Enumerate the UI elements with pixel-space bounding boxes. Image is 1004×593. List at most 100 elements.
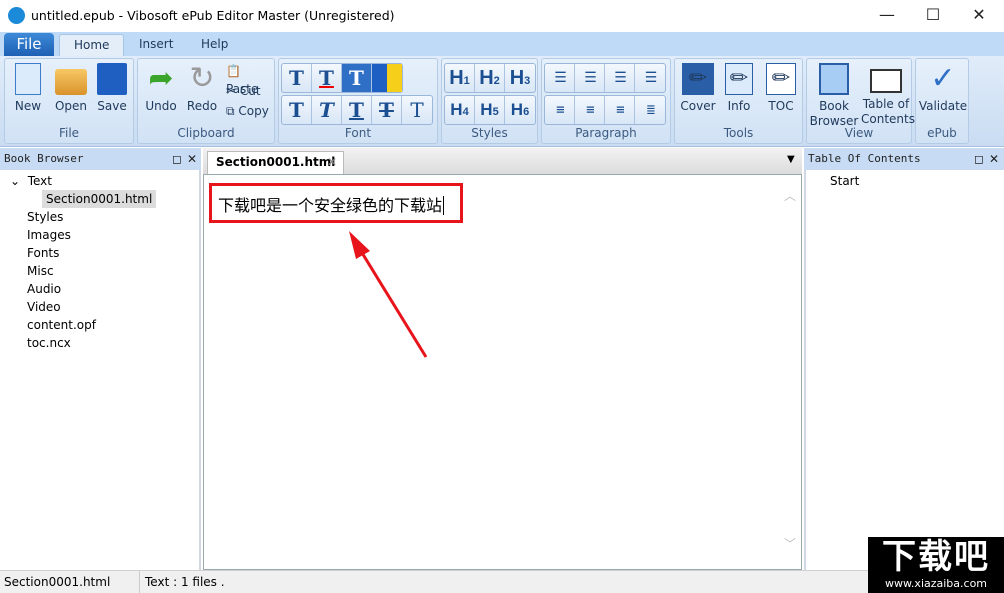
group-label-view: View [844,126,874,140]
scroll-up-icon[interactable]: ︿ [784,187,796,204]
copy-button[interactable]: ⧉ Copy [226,102,269,122]
close-button[interactable]: ✕ [956,0,1002,32]
new-file-icon [15,63,41,95]
minimize-button[interactable]: — [864,0,910,32]
underline-icon[interactable]: T [342,96,372,124]
paste-button[interactable]: 📋 Paste [226,62,274,96]
close-panel-icon[interactable]: ✕ [187,148,197,170]
bullet-list-icon[interactable]: ☰ [545,64,575,92]
tree-item-content-opf[interactable]: content.opf [27,316,96,334]
info-edit-icon: ✏ [725,63,753,95]
tree-item-styles[interactable]: Styles [27,208,63,226]
float-panel-icon[interactable]: ◻ [172,148,182,170]
group-file: New Open Save File [4,58,134,144]
group-label-styles: Styles [471,126,508,140]
editor-content[interactable]: 下载吧是一个安全绿色的下载站 [209,183,463,223]
scroll-down-icon[interactable]: ﹀ [784,535,796,552]
group-label-tools: Tools [723,126,754,140]
toc-button[interactable]: ✏ TOC [763,63,799,114]
color-palette-icon[interactable] [372,64,402,92]
cover-label: Cover [680,99,716,113]
group-label-file: File [58,126,80,140]
group-font: T T T T T T T T Font [278,58,438,144]
decrease-indent-icon[interactable]: ☰ [635,64,665,92]
text-cursor [443,196,445,215]
open-button[interactable]: Open [51,63,91,114]
increase-indent-icon[interactable]: ☰ [605,64,635,92]
normal-text-icon[interactable]: T [402,96,432,124]
tab-section0001[interactable]: Section0001.html ✕ [207,151,344,174]
tree-item-audio[interactable]: Audio [27,280,61,298]
toc-edit-icon: ✏ [766,63,796,95]
heading5-icon[interactable]: H5 [475,96,505,124]
tab-insert[interactable]: Insert [125,34,187,56]
book-browser-button[interactable]: Book Browser [809,63,859,129]
status-info: Text : 1 files . [139,571,225,593]
editor-area[interactable]: 下载吧是一个安全绿色的下载站 ︿ ﹀ [203,174,802,570]
strikethrough-icon[interactable]: T [372,96,402,124]
info-button[interactable]: ✏ Info [721,63,757,114]
font-color-icon[interactable]: T [312,64,342,92]
copy-icon: ⧉ [226,104,235,118]
h-letter: H [509,67,525,89]
tree-item-misc[interactable]: Misc [27,262,54,280]
align-right-icon[interactable]: ≡ [605,96,635,124]
arrow-head [349,231,370,259]
bold-icon[interactable]: T [282,96,312,124]
tree-item-images[interactable]: Images [27,226,71,244]
h-number: 3 [524,75,531,87]
italic-icon[interactable]: T [312,96,342,124]
h-letter: H [450,100,463,119]
h-number: 4 [462,106,469,118]
save-button[interactable]: Save [95,63,129,114]
close-panel-icon[interactable]: ✕ [989,148,999,170]
validate-button[interactable]: ✓ Validate [918,63,968,114]
info-label: Info [727,99,751,113]
cover-button[interactable]: ✏ Cover [679,63,717,114]
tree-item-text[interactable]: ⌄ Text [10,172,52,190]
book-browser-label-1: Book [819,99,849,113]
tree-item-video[interactable]: Video [27,298,61,316]
cut-button[interactable]: ✂ Cut [226,82,261,102]
tree-item-section[interactable]: Section0001.html [42,190,157,208]
group-label-paragraph: Paragraph [575,126,637,140]
font-style-icon[interactable]: T [282,64,312,92]
tab-home[interactable]: Home [59,34,125,56]
group-tools: ✏ Cover ✏ Info ✏ TOC Tools [674,58,803,144]
highlight-icon[interactable]: T [342,64,372,92]
toc-item-start[interactable]: Start [830,172,859,190]
maximize-button[interactable]: ☐ [910,0,956,32]
toc-label: TOC [768,99,794,113]
h-number: 5 [492,106,499,118]
undo-button[interactable]: ➦ Undo [142,63,180,114]
tab-file[interactable]: File [4,33,54,56]
watermark-url: www.xiazaiba.com [884,577,988,590]
line-spacing-icon[interactable]: ≣ [635,96,665,124]
heading6-icon[interactable]: H6 [505,96,535,124]
numbered-list-icon[interactable]: ☰ [575,64,605,92]
tree-label: Text [27,174,52,188]
align-left-icon[interactable]: ≡ [545,96,575,124]
watermark-logo: 下载吧 www.xiazaiba.com [868,537,1004,593]
table-of-contents-button[interactable]: Table of Contents [861,63,915,127]
copy-label: Copy [238,104,269,118]
tab-list-dropdown-icon[interactable]: ▼ [787,154,795,165]
heading4-icon[interactable]: H4 [445,96,475,124]
redo-button[interactable]: ↻ Redo [184,63,220,114]
chevron-down-icon[interactable]: ⌄ [10,174,20,188]
clipboard-icon: 📋 [226,64,241,78]
undo-label: Undo [145,99,177,113]
heading3-icon[interactable]: H3 [505,64,535,92]
close-tab-icon[interactable]: ✕ [327,152,337,173]
status-file: Section0001.html [4,575,111,589]
align-center-icon[interactable]: ≡ [575,96,605,124]
new-button[interactable]: New [9,63,47,114]
tab-help[interactable]: Help [187,34,242,56]
float-panel-icon[interactable]: ◻ [974,148,984,170]
heading1-icon[interactable]: H1 [445,64,475,92]
tree-item-toc-ncx[interactable]: toc.ncx [27,334,71,352]
tree-item-fonts[interactable]: Fonts [27,244,59,262]
heading2-icon[interactable]: H2 [475,64,505,92]
h-letter: H [510,100,524,119]
menu-tabs: File Home Insert Help [0,32,1004,56]
